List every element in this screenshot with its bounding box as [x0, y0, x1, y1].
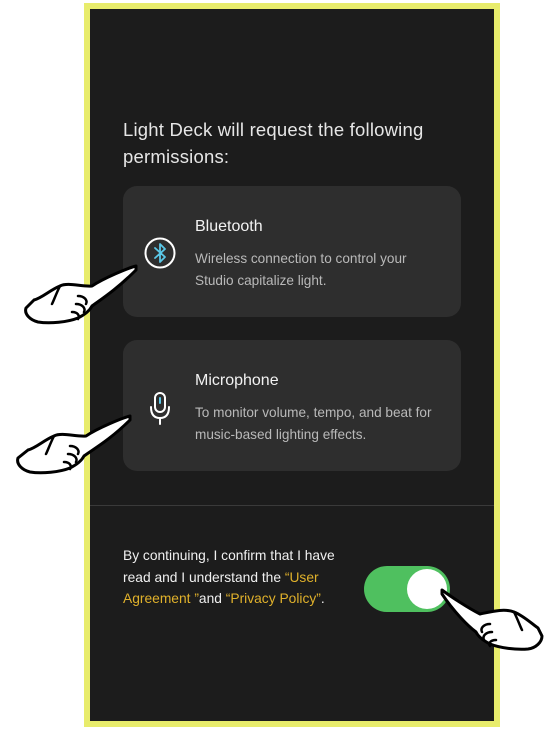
consent-text-middle: and	[198, 591, 226, 606]
consent-text: By continuing, I confirm that I have rea…	[123, 545, 348, 610]
consent-text-end: .	[320, 591, 325, 606]
pointing-hand-icon	[24, 264, 138, 325]
permissions-heading: Light Deck will request the following pe…	[123, 119, 424, 167]
bluetooth-icon	[144, 237, 176, 269]
microphone-permission-card[interactable]: Microphone To monitor volume, tempo, and…	[123, 340, 461, 471]
bluetooth-description: Wireless connection to control your Stud…	[195, 251, 407, 288]
divider	[90, 505, 494, 506]
bluetooth-title: Bluetooth	[195, 218, 263, 235]
microphone-title: Microphone	[195, 372, 279, 389]
pointing-hand-icon	[440, 588, 544, 651]
pointing-hand-icon	[16, 414, 132, 475]
privacy-policy-link[interactable]: “Privacy Policy”	[226, 591, 321, 606]
microphone-icon	[150, 392, 170, 425]
microphone-description: To monitor volume, tempo, and beat for m…	[195, 405, 432, 442]
bluetooth-permission-card[interactable]: Bluetooth Wireless connection to control…	[123, 186, 461, 317]
